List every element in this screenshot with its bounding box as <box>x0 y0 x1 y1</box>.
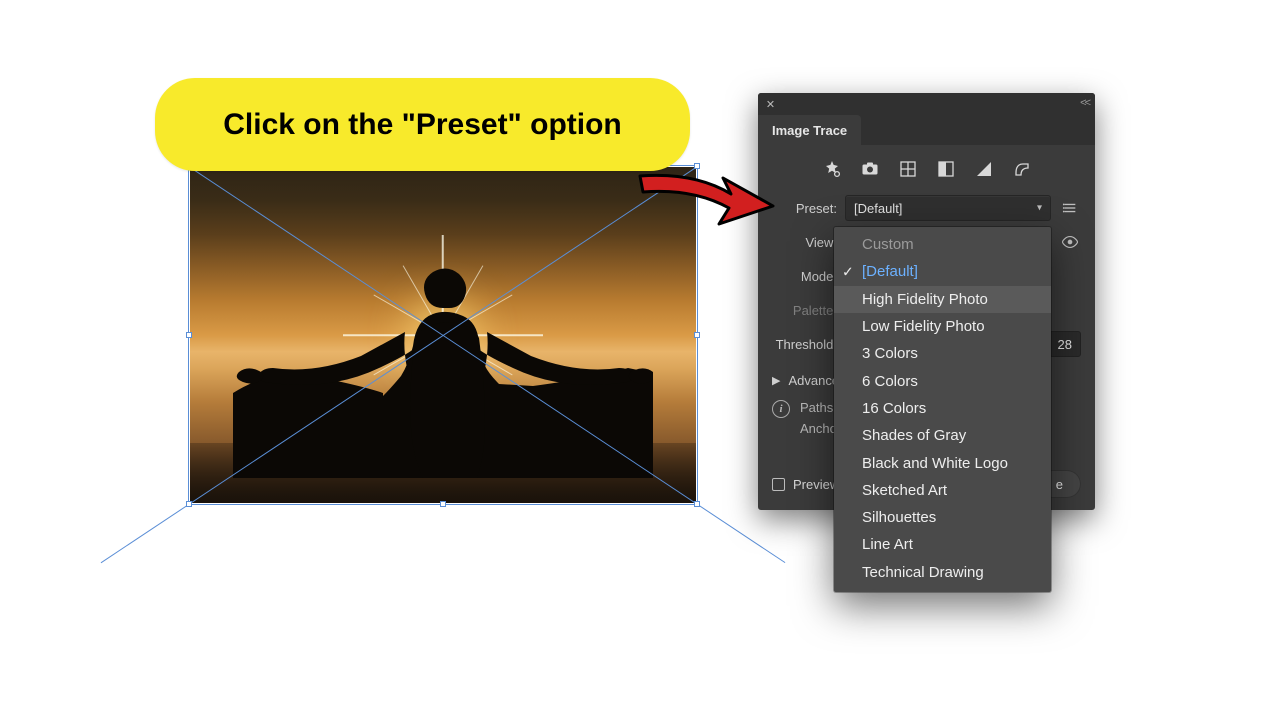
trace-button-end: e <box>1056 477 1063 492</box>
dropdown-item[interactable]: 3 Colors <box>834 340 1051 367</box>
dropdown-item: Custom <box>834 231 1051 258</box>
palette-label: Palette: <box>772 303 837 318</box>
eye-icon[interactable] <box>1059 231 1081 253</box>
tab-image-trace[interactable]: Image Trace <box>758 115 861 145</box>
dropdown-item[interactable]: Sketched Art <box>834 477 1051 504</box>
camera-icon[interactable] <box>860 159 880 179</box>
checkbox-box <box>772 478 785 491</box>
preset-menu-icon[interactable] <box>1059 197 1081 219</box>
info-icon: i <box>772 400 790 418</box>
preset-quick-toolbar <box>758 145 1095 191</box>
view-label: View: <box>772 235 837 250</box>
dropdown-item[interactable]: Line Art <box>834 531 1051 558</box>
dropdown-item[interactable]: [Default] <box>834 258 1051 285</box>
panel-tabs: Image Trace <box>758 115 1095 145</box>
preview-checkbox[interactable]: Preview <box>772 477 839 492</box>
dropdown-item[interactable]: Shades of Gray <box>834 422 1051 449</box>
dropdown-item[interactable]: Low Fidelity Photo <box>834 313 1051 340</box>
bw-square-icon[interactable] <box>974 159 994 179</box>
photo-placeholder <box>190 167 696 503</box>
preview-label: Preview <box>793 477 839 492</box>
preset-dropdown: Custom[Default]High Fidelity PhotoLow Fi… <box>834 227 1051 592</box>
dropdown-item[interactable]: Silhouettes <box>834 504 1051 531</box>
panel-header: ✕ << <box>758 93 1095 115</box>
annotation-arrow-icon <box>635 162 775 242</box>
preset-select[interactable]: [Default] ▾ <box>845 195 1051 221</box>
halftone-icon[interactable] <box>936 159 956 179</box>
close-icon[interactable]: ✕ <box>764 98 777 111</box>
dropdown-item[interactable]: High Fidelity Photo <box>834 286 1051 313</box>
chevron-down-icon: ▾ <box>1037 203 1042 214</box>
instruction-text: Click on the "Preset" option <box>223 108 622 142</box>
outline-icon[interactable] <box>1012 159 1032 179</box>
canvas-selected-image[interactable] <box>190 167 696 503</box>
dropdown-item[interactable]: Black and White Logo <box>834 449 1051 476</box>
threshold-label: Threshold: <box>772 337 837 352</box>
grid-3-icon[interactable] <box>898 159 918 179</box>
preset-label: Preset: <box>772 201 837 216</box>
dropdown-item[interactable]: 6 Colors <box>834 367 1051 394</box>
dropdown-item[interactable]: 16 Colors <box>834 395 1051 422</box>
triangle-right-icon: ▶ <box>772 374 780 387</box>
threshold-value[interactable]: 28 <box>1049 331 1081 357</box>
instruction-callout: Click on the "Preset" option <box>155 78 690 171</box>
collapse-icon[interactable]: << <box>1080 97 1089 109</box>
dropdown-item[interactable]: Technical Drawing <box>834 559 1051 586</box>
preset-selected-text: [Default] <box>854 201 902 216</box>
preset-row: Preset: [Default] ▾ <box>772 191 1081 225</box>
tab-label: Image Trace <box>772 123 847 138</box>
mode-label: Mode: <box>772 269 837 284</box>
auto-color-icon[interactable] <box>822 159 842 179</box>
